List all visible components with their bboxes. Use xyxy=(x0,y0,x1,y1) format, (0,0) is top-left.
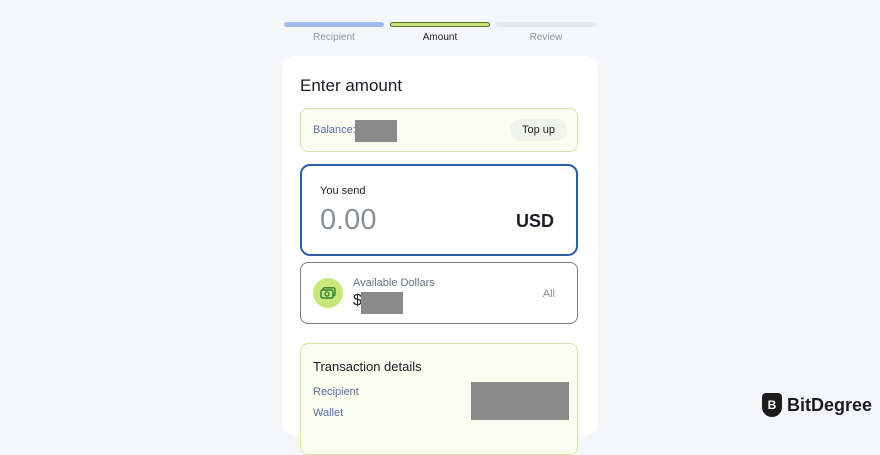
available-balance-panel[interactable]: Available Dollars $ All xyxy=(300,262,578,324)
money-icon xyxy=(313,278,343,308)
brand-name: BitDegree xyxy=(786,394,872,415)
bitdegree-shield-icon: B xyxy=(761,393,782,417)
transaction-title: Transaction details xyxy=(313,359,422,374)
recipient-label: Recipient xyxy=(313,386,359,398)
step-label: Amount xyxy=(422,32,458,43)
step-review[interactable]: Review xyxy=(496,22,596,43)
balance-value-redacted xyxy=(355,120,397,142)
page-title: Enter amount xyxy=(300,76,403,95)
step-label: Recipient xyxy=(313,32,355,43)
available-value-redacted xyxy=(361,292,403,314)
step-bar xyxy=(284,22,384,27)
progress-stepper: Recipient Amount Review xyxy=(284,22,596,46)
send-amount-field[interactable]: You send 0.00 USD xyxy=(300,164,578,256)
step-bar xyxy=(496,22,596,27)
step-label: Review xyxy=(529,32,563,43)
balance-label: Balance: xyxy=(313,124,356,136)
wallet-label: Wallet xyxy=(313,407,344,419)
step-bar-active xyxy=(390,22,490,27)
step-amount[interactable]: Amount xyxy=(390,22,490,43)
all-button[interactable]: All xyxy=(543,288,555,300)
currency-label: USD xyxy=(515,211,554,231)
send-label: You send xyxy=(320,185,366,197)
top-up-button[interactable]: Top up xyxy=(509,119,567,141)
available-label: Available Dollars xyxy=(353,277,435,289)
transaction-details-panel: Transaction details Recipient Wallet xyxy=(300,343,578,455)
amount-card: Enter amount Balance: Top up You send 0.… xyxy=(282,56,598,455)
transaction-value-redacted xyxy=(471,382,569,420)
balance-panel: Balance: Top up xyxy=(300,108,578,152)
bitdegree-watermark: B BitDegree xyxy=(761,393,872,417)
amount-input[interactable]: 0.00 xyxy=(320,204,376,237)
step-recipient[interactable]: Recipient xyxy=(284,22,384,43)
